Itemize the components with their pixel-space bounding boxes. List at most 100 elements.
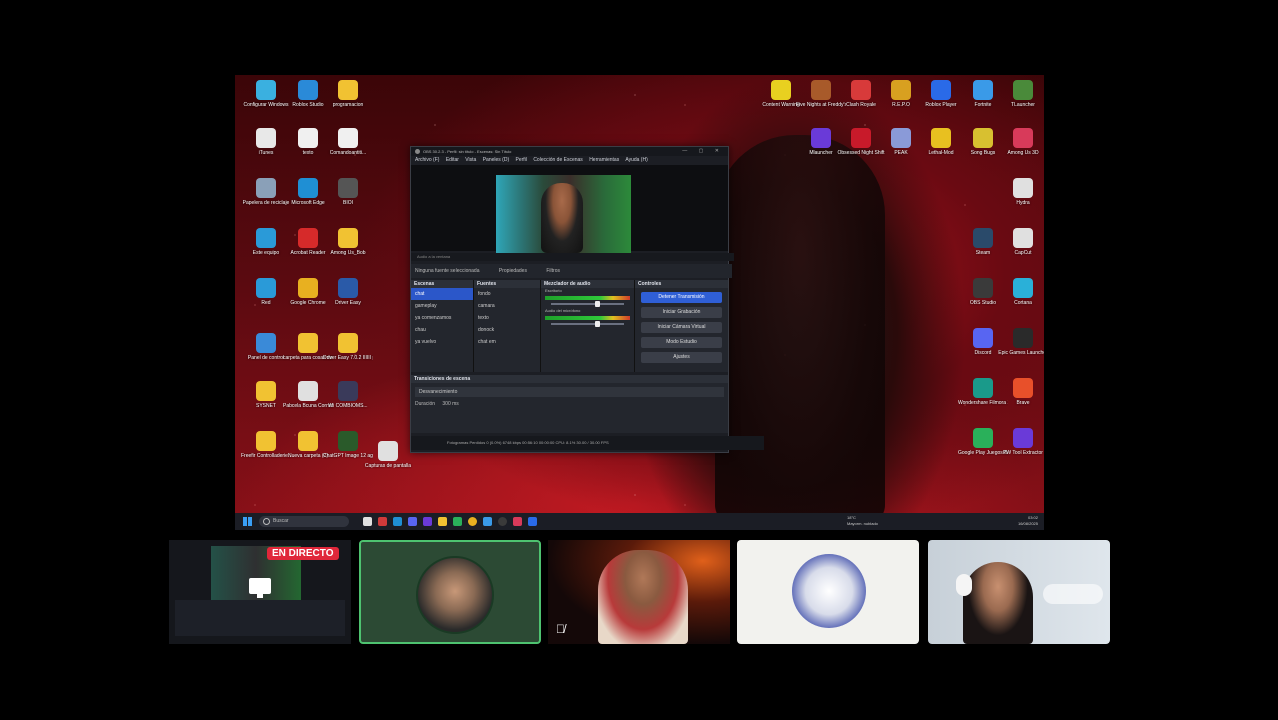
file-explorer-icon[interactable] (363, 517, 372, 526)
app-icon[interactable] (483, 517, 492, 526)
shortcut-label: CapCut (1014, 250, 1032, 256)
start-recording-button[interactable]: Iniciar Grabación (641, 307, 722, 318)
filters-button[interactable]: Filtros (546, 268, 560, 274)
app-icon[interactable] (528, 517, 537, 526)
menu-help[interactable]: Ayuda (H) (625, 157, 647, 163)
participant-tile-screen[interactable]: EN DIRECTO (169, 540, 351, 644)
obs-window[interactable]: OBS 30.2.3 - Perfil: sin título - Escena… (410, 146, 764, 453)
app-icon (338, 431, 358, 451)
menu-docks[interactable]: Paneles (D) (483, 157, 509, 163)
desktop-shortcut[interactable]: Brave (998, 378, 1044, 406)
app-icon[interactable] (513, 517, 522, 526)
participant-tile-active[interactable] (359, 540, 541, 644)
obs-icon[interactable] (498, 517, 507, 526)
windows-start-icon[interactable] (243, 517, 252, 526)
desktop-shortcut[interactable]: Driver Easy 7.0.2 IIIIII prok full (323, 333, 373, 361)
discord-icon[interactable] (408, 517, 417, 526)
menu-tools[interactable]: Herramientas (589, 157, 619, 163)
app-icon (338, 178, 358, 198)
mixer-track-name: Escritorio (545, 288, 562, 293)
headphones-icon (956, 574, 972, 596)
transitions-header: Transiciones de escena (411, 375, 728, 383)
app-icon (256, 128, 276, 148)
app-icon (851, 80, 871, 100)
desktop-shortcut[interactable]: programacion (323, 80, 373, 108)
stop-streaming-button[interactable]: Detener Transmisión (641, 292, 722, 303)
shortcut-label: Driver Easy 7.0.2 IIIIII prok full (323, 355, 373, 361)
app-icon[interactable] (378, 517, 387, 526)
desktop-shortcut[interactable]: Driver Easy (323, 278, 373, 306)
source-item[interactable]: fondo (474, 288, 540, 300)
desktop-shortcut[interactable]: Among Us_Bob (323, 228, 373, 256)
obs-titlebar[interactable]: OBS 30.2.3 - Perfil: sin título - Escena… (411, 147, 728, 156)
app-icon (931, 80, 951, 100)
source-item[interactable]: camara (474, 300, 540, 312)
scene-item[interactable]: ya comenzamos (411, 312, 473, 324)
weather-temp: 18°C (847, 515, 856, 520)
transition-select[interactable]: Desvanecimiento (415, 387, 724, 397)
app-icon (973, 128, 993, 148)
menu-file[interactable]: Archivo (F) (415, 157, 439, 163)
desktop-shortcut[interactable]: CapCut (998, 228, 1044, 256)
desktop-shortcut[interactable]: Epic Games Launcher (998, 328, 1044, 356)
menu-view[interactable]: Vista (465, 157, 476, 163)
app-icon (338, 333, 358, 353)
edge-icon[interactable] (393, 517, 402, 526)
shortcut-label: Epic Games Launcher (998, 350, 1044, 356)
desktop-shortcut[interactable]: Hydra (998, 178, 1044, 206)
app-icon (1013, 278, 1033, 298)
participant-tile-avatar[interactable] (737, 540, 919, 644)
app-icon (811, 128, 831, 148)
menu-scene-collection[interactable]: Colección de Escenas (533, 157, 582, 163)
scene-item[interactable]: chat (411, 288, 473, 300)
desktop-shortcut[interactable]: Cortana (998, 278, 1044, 306)
app-icon (298, 80, 318, 100)
volume-meter (545, 296, 630, 300)
folder-icon[interactable] (438, 517, 447, 526)
app-icon (1013, 178, 1033, 198)
window-controls[interactable]: — ▢ ✕ (682, 147, 724, 156)
scene-item[interactable]: chau (411, 324, 473, 336)
settings-button[interactable]: Ajustes (641, 352, 722, 363)
webcam-preview (496, 175, 631, 253)
app-icon (298, 228, 318, 248)
app-icon (256, 333, 276, 353)
desktop-shortcut[interactable]: PW Tool Extractor (998, 428, 1044, 456)
app-icon[interactable] (453, 517, 462, 526)
desktop-shortcut[interactable]: Capturas de pantalla (363, 441, 413, 469)
shortcut-label: Driver Easy (335, 300, 361, 306)
desktop-shortcut[interactable]: BIOI (323, 178, 373, 206)
menu-profile[interactable]: Perfil (516, 157, 527, 163)
participant-tile-camera-2[interactable] (928, 540, 1110, 644)
app-icon (256, 228, 276, 248)
desktop-shortcut[interactable]: Comandoantiti... (323, 128, 373, 156)
scene-item[interactable]: gameplay (411, 300, 473, 312)
menu-edit[interactable]: Editar (446, 157, 459, 163)
controls-header: Controles (635, 280, 728, 288)
obs-preview[interactable] (411, 165, 728, 253)
studio-mode-button[interactable]: Modo Estudio (641, 337, 722, 348)
desktop-shortcut[interactable]: Among Us 3D (998, 128, 1044, 156)
participant-tile-camera[interactable]: 🎙̸ (548, 540, 730, 644)
volume-slider[interactable] (551, 321, 624, 327)
desktop-shortcut[interactable]: Wi COMBIOMS... (323, 381, 373, 409)
taskbar-search[interactable]: Buscar (259, 516, 349, 527)
app-icon (973, 428, 993, 448)
desktop-shortcut[interactable]: TLauncher (998, 80, 1044, 108)
start-virtual-camera-button[interactable]: Iniciar Cámara Virtual (641, 322, 722, 333)
app-icon (298, 128, 318, 148)
app-icon (1013, 428, 1033, 448)
source-item[interactable]: texto (474, 312, 540, 324)
system-tray[interactable]: 03:02 16/08/2025 (1018, 515, 1038, 527)
weather-widget[interactable]: 18°C Mayorm. nublado (847, 515, 878, 527)
scene-item[interactable]: ya vuelvo (411, 336, 473, 348)
app-icon (1013, 378, 1033, 398)
app-icon[interactable] (423, 517, 432, 526)
volume-slider[interactable] (551, 301, 624, 307)
properties-button[interactable]: Propiedades (499, 268, 527, 274)
app-icon (256, 80, 276, 100)
source-item[interactable]: chat em (474, 336, 540, 348)
source-item[interactable]: donock (474, 324, 540, 336)
duration-input[interactable]: 300 ms (442, 401, 458, 407)
chrome-icon[interactable] (468, 517, 477, 526)
